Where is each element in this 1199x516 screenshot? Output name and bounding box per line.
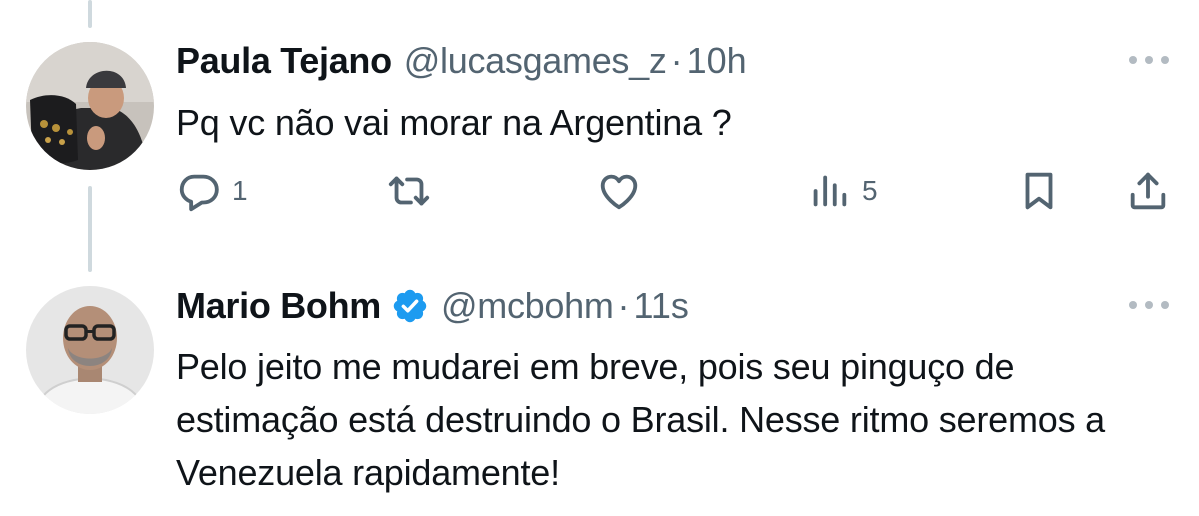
views-icon [806,168,852,214]
author-handle[interactable]: @lucasgames_z [404,41,667,81]
share-icon [1125,168,1171,214]
tweet-text: Pq vc não vai morar na Argentina ? [176,102,732,143]
author-name[interactable]: Mario Bohm [176,286,381,326]
avatar[interactable] [26,42,154,170]
bookmark-icon [1016,168,1062,214]
avatar[interactable] [26,286,154,414]
timestamp[interactable]: 10h [687,41,747,81]
tweet[interactable]: Mario Bohm @mcbohm · 11s Pelo jeito me m… [0,250,1199,516]
retweet-icon [386,168,432,214]
tweet[interactable]: Paula Tejano @lucasgames_z · 10h Pq vc n… [0,0,1199,250]
reply-icon [176,168,222,214]
tweet-header: Paula Tejano @lucasgames_z · 10h [176,41,747,81]
more-icon[interactable] [1129,50,1169,70]
separator-dot: · [670,40,683,81]
views-count: 5 [862,175,878,206]
retweet-button[interactable] [386,168,442,214]
tweet-actions: 1 5 [176,168,1171,214]
separator-dot: · [617,285,630,326]
verified-badge-icon [391,287,429,325]
timestamp[interactable]: 11s [634,286,689,326]
reply-count: 1 [232,175,248,206]
tweet-text: Pelo jeito me mudarei em breve, pois seu… [176,346,1105,493]
bookmark-button[interactable] [1016,168,1062,214]
author-handle[interactable]: @mcbohm [441,286,614,326]
views-button[interactable]: 5 [806,168,878,214]
author-name[interactable]: Paula Tejano [176,41,392,81]
share-button[interactable] [1125,168,1171,214]
reply-button[interactable]: 1 [176,168,248,214]
tweet-header: Mario Bohm @mcbohm · 11s [176,286,689,326]
like-button[interactable] [596,168,652,214]
more-icon[interactable] [1129,295,1169,315]
heart-icon [596,168,642,214]
